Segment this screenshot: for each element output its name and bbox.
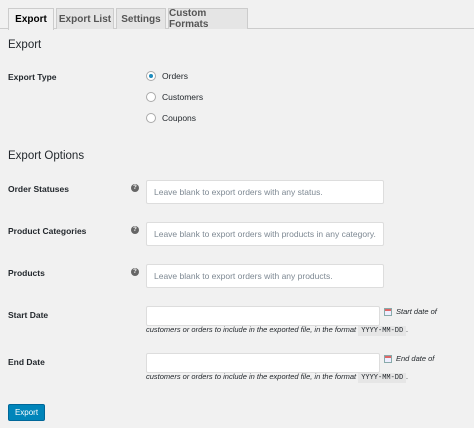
tab-bar: Export Export List Settings Custom Forma… [0,0,474,30]
product-categories-input[interactable]: Leave blank to export orders with produc… [146,222,384,246]
calendar-icon[interactable] [384,308,392,316]
products-input[interactable]: Leave blank to export orders with any pr… [146,264,384,288]
start-date-label: Start Date [8,310,49,320]
help-icon[interactable]: ? [131,268,139,276]
date-format-code: YYYY-MM-DD [358,373,407,383]
date-format-code: YYYY-MM-DD [358,326,407,336]
section-title-export-options: Export Options [8,150,85,162]
end-date-description-text: customers or orders to include in the ex… [146,372,357,381]
order-statuses-label: Order Statuses [8,184,69,194]
calendar-icon[interactable] [384,355,392,363]
tab-settings[interactable]: Settings [116,8,166,29]
help-icon[interactable]: ? [131,226,139,234]
radio-customers[interactable]: Customers [146,91,203,103]
export-button[interactable]: Export [8,404,45,421]
radio-label-orders: Orders [162,71,188,81]
products-label: Products [8,268,45,278]
end-date-input[interactable] [146,353,380,373]
tab-export-list[interactable]: Export List [56,8,114,29]
radio-button-checked[interactable] [146,71,156,81]
start-date-description-a: Start date of [396,307,437,316]
order-statuses-input[interactable]: Leave blank to export orders with any st… [146,180,384,204]
export-type-label: Export Type [8,72,57,82]
product-categories-label: Product Categories [8,226,87,236]
section-title-export: Export [8,39,42,51]
radio-orders[interactable]: Orders [146,70,188,82]
end-date-description-b: customers or orders to include in the ex… [146,372,408,383]
radio-button[interactable] [146,92,156,102]
end-date-description-end: . [406,372,409,381]
start-date-description-b: customers or orders to include in the ex… [146,325,408,336]
start-date-input[interactable] [146,306,380,326]
radio-button[interactable] [146,113,156,123]
end-date-description-a: End date of [396,354,435,363]
help-icon[interactable]: ? [131,184,139,192]
tab-custom-formats[interactable]: Custom Formats [168,8,248,30]
start-date-description-end: . [406,325,409,334]
radio-label-coupons: Coupons [162,113,197,123]
start-date-description-text: customers or orders to include in the ex… [146,325,357,334]
tab-export[interactable]: Export [8,8,54,30]
radio-coupons[interactable]: Coupons [146,112,196,124]
end-date-label: End Date [8,357,45,367]
radio-label-customers: Customers [162,92,204,102]
